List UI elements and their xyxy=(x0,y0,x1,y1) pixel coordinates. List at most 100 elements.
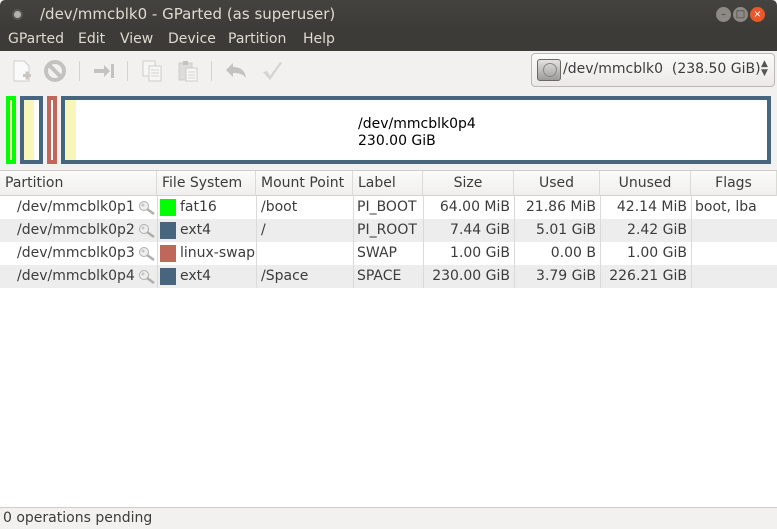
column-divider xyxy=(600,242,601,265)
column-divider xyxy=(256,196,257,219)
disk-map: /dev/mmcblk0p4 230.00 GiB xyxy=(0,91,777,169)
cell-used: 3.79 GiB xyxy=(536,268,596,284)
title-bar: /dev/mmcblk0 - GParted (as superuser) – … xyxy=(0,0,777,29)
cell-label: SPACE xyxy=(357,268,402,284)
cell-file-system: linux-swap xyxy=(180,245,256,261)
key-icon xyxy=(139,247,155,261)
column-divider xyxy=(514,265,515,288)
window-title: /dev/mmcblk0 - GParted (as superuser) xyxy=(40,5,336,23)
partition-table: Partition File System Mount Point Label … xyxy=(0,170,777,507)
cell-flags xyxy=(695,265,777,288)
partition-segment-p3[interactable] xyxy=(47,96,57,164)
column-header-partition[interactable]: Partition xyxy=(0,171,157,196)
column-divider xyxy=(423,265,424,288)
cell-used: 5.01 GiB xyxy=(536,222,596,238)
table-row[interactable]: /dev/mmcblk0p4 ext4/Space SPACE 230.00 GiB 3… xyxy=(0,265,777,288)
menu-device[interactable]: Device xyxy=(168,31,216,47)
cell-unused: 1.00 GiB xyxy=(627,245,687,261)
close-button[interactable]: × xyxy=(750,7,765,22)
cell-label: PI_ROOT xyxy=(357,222,417,238)
column-divider xyxy=(514,242,515,265)
cell-mount-point: /boot xyxy=(261,199,298,215)
column-divider xyxy=(157,265,158,288)
copy-button[interactable] xyxy=(140,59,164,83)
column-header-flags[interactable]: Flags xyxy=(691,171,777,196)
column-header-size[interactable]: Size xyxy=(423,171,514,196)
cell-partition: /dev/mmcblk0p1 xyxy=(17,199,135,215)
menu-bar: GParted Edit View Device Partition Help xyxy=(0,29,777,51)
toolbar-separator xyxy=(127,61,128,81)
device-selector[interactable]: /dev/mmcblk0 (238.50 GiB) ▲ ▼ xyxy=(531,53,775,87)
column-divider xyxy=(423,242,424,265)
cell-label: PI_BOOT xyxy=(357,199,417,215)
app-menu-icon[interactable] xyxy=(12,9,23,20)
resize-move-button[interactable] xyxy=(92,59,116,83)
column-divider xyxy=(691,242,692,265)
used-space-bar xyxy=(10,100,11,160)
undo-button[interactable] xyxy=(224,59,248,83)
status-text: 0 operations pending xyxy=(3,510,153,526)
cell-used: 0.00 B xyxy=(550,245,596,261)
filesystem-color-swatch xyxy=(160,245,176,262)
partition-segment-p4[interactable]: /dev/mmcblk0p4 230.00 GiB xyxy=(61,96,771,164)
column-divider xyxy=(256,242,257,265)
delete-partition-button[interactable] xyxy=(43,59,67,83)
column-divider xyxy=(157,242,158,265)
menu-help[interactable]: Help xyxy=(303,31,335,47)
undo-arrow-icon xyxy=(226,63,246,78)
column-divider xyxy=(256,265,257,288)
cell-unused: 2.42 GiB xyxy=(627,222,687,238)
toolbar-separator xyxy=(211,61,212,81)
cell-label: SWAP xyxy=(357,245,397,261)
column-header-used[interactable]: Used xyxy=(514,171,600,196)
cell-file-system: ext4 xyxy=(180,268,212,284)
key-icon xyxy=(139,201,155,215)
column-header-unused[interactable]: Unused xyxy=(600,171,691,196)
new-document-icon xyxy=(13,60,31,82)
apply-button[interactable] xyxy=(260,59,284,83)
cell-partition: /dev/mmcblk0p3 xyxy=(17,245,135,261)
spinner-arrows-icon: ▲ ▼ xyxy=(761,59,768,78)
column-divider xyxy=(423,196,424,219)
column-header-file-system[interactable]: File System xyxy=(157,171,256,196)
cell-mount-point: / xyxy=(261,222,266,238)
column-divider xyxy=(514,219,515,242)
cell-partition: /dev/mmcblk0p4 xyxy=(17,268,135,284)
cell-file-system: ext4 xyxy=(180,222,212,238)
segment-partition-size: 230.00 GiB xyxy=(358,133,436,149)
column-divider xyxy=(600,265,601,288)
table-row[interactable]: /dev/mmcblk0p1 fat16/boot PI_BOOT 64.00 MiB… xyxy=(0,196,777,219)
filesystem-color-swatch xyxy=(160,222,176,239)
table-row[interactable]: /dev/mmcblk0p2 ext4 / PI_ROOT 7.44 GiB 5.01 G… xyxy=(0,219,777,242)
device-selector-label: /dev/mmcblk0 (238.50 GiB) xyxy=(563,61,761,77)
column-divider xyxy=(691,265,692,288)
minimize-button[interactable]: – xyxy=(716,7,731,22)
paste-button[interactable] xyxy=(176,59,200,83)
toolbar-separator xyxy=(79,61,80,81)
paste-icon xyxy=(178,61,198,82)
column-divider xyxy=(423,219,424,242)
maximize-button[interactable]: □ xyxy=(733,7,748,22)
cell-flags xyxy=(695,219,777,242)
menu-edit[interactable]: Edit xyxy=(78,31,105,47)
partition-segment-p1[interactable] xyxy=(6,96,16,164)
column-header-mount-point[interactable]: Mount Point xyxy=(256,171,353,196)
segment-label: /dev/mmcblk0p4 230.00 GiB xyxy=(358,116,476,150)
key-icon xyxy=(139,270,155,284)
partition-segment-p2[interactable] xyxy=(20,96,43,164)
column-divider xyxy=(353,265,354,288)
new-partition-button[interactable] xyxy=(10,59,34,83)
cell-unused: 226.21 GiB xyxy=(609,268,687,284)
column-divider xyxy=(691,219,692,242)
cell-file-system: fat16 xyxy=(180,199,217,215)
cell-flags: boot, lba xyxy=(695,199,757,215)
cell-used: 21.86 MiB xyxy=(525,199,596,215)
menu-view[interactable]: View xyxy=(120,31,153,47)
menu-gparted[interactable]: GParted xyxy=(8,31,64,47)
table-row[interactable]: /dev/mmcblk0p3 linux-swap SWAP 1.00 GiB 0.00… xyxy=(0,242,777,265)
column-header-label[interactable]: Label xyxy=(353,171,423,196)
menu-partition[interactable]: Partition xyxy=(228,31,286,47)
status-bar: 0 operations pending xyxy=(0,507,777,529)
used-space-bar xyxy=(65,100,76,160)
column-divider xyxy=(353,219,354,242)
